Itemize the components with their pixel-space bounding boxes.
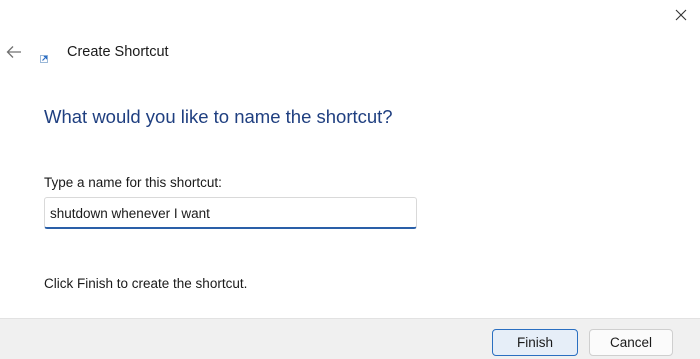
close-icon — [675, 9, 687, 21]
shortcut-name-label: Type a name for this shortcut: — [44, 175, 222, 190]
shortcut-name-input[interactable] — [44, 197, 417, 229]
dialog-footer: Finish Cancel — [0, 318, 700, 359]
shortcut-icon — [40, 55, 48, 63]
back-arrow-icon — [6, 46, 21, 58]
finish-hint: Click Finish to create the shortcut. — [44, 276, 248, 291]
close-button[interactable] — [662, 0, 700, 30]
dialog-title: Create Shortcut — [67, 44, 169, 60]
cancel-button[interactable]: Cancel — [589, 329, 673, 356]
finish-button[interactable]: Finish — [492, 329, 578, 356]
create-shortcut-dialog: Create Shortcut What would you like to n… — [0, 0, 700, 359]
back-button[interactable] — [2, 40, 26, 64]
page-heading: What would you like to name the shortcut… — [44, 106, 393, 127]
